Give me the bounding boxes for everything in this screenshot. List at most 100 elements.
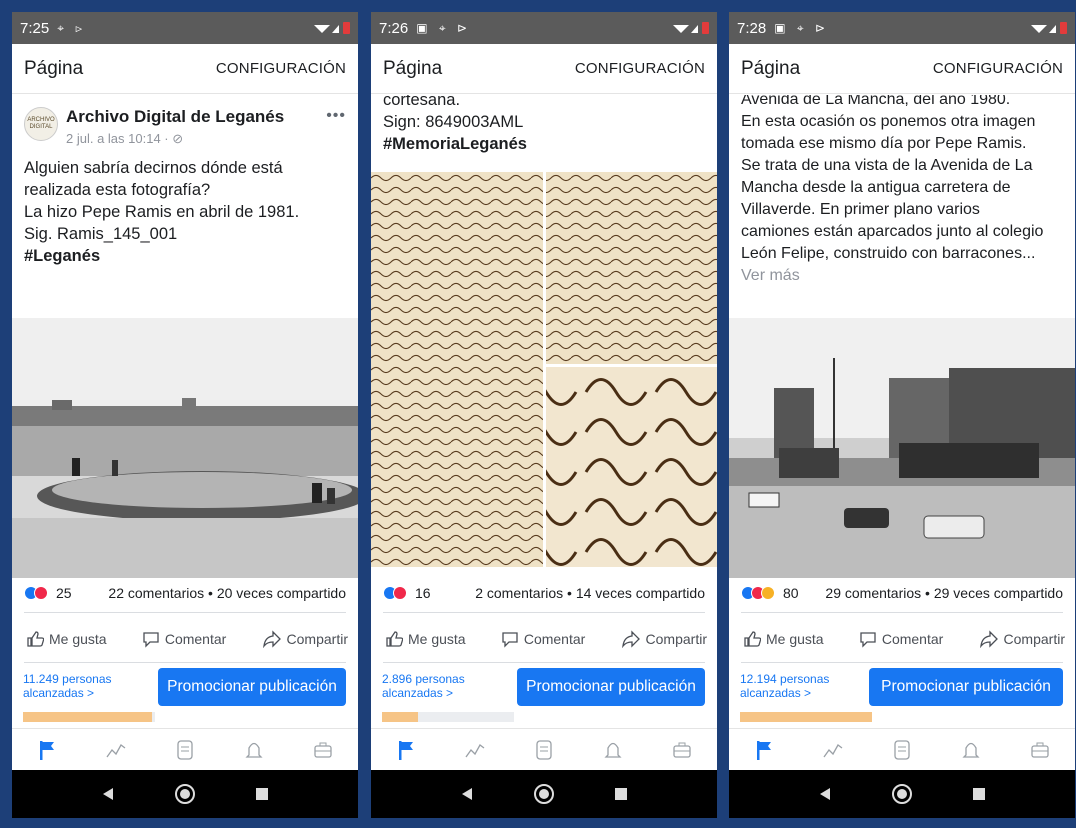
inbox-icon[interactable] [524, 735, 564, 765]
hashtag-link[interactable]: #Leganés [24, 245, 346, 267]
reaction-icons[interactable] [383, 586, 407, 600]
divider [741, 662, 1063, 663]
page-title: Página [741, 57, 801, 79]
reach-link[interactable]: 11.249 personas alcanzadas > [23, 672, 112, 700]
post-stats: 25 22 comentarios • 20 veces compartido [12, 578, 358, 608]
notifications-icon[interactable] [234, 735, 274, 765]
like-button[interactable]: Me gusta [26, 630, 107, 648]
reactions-count[interactable]: 25 [56, 585, 72, 601]
more-options-icon[interactable]: ••• [326, 107, 346, 125]
inbox-icon[interactable] [882, 735, 922, 765]
share-button[interactable]: Compartir [621, 630, 707, 648]
reaction-icons[interactable] [24, 586, 48, 600]
insights-icon[interactable] [813, 735, 853, 765]
thumbs-up-icon [27, 631, 44, 647]
notification-icons: ▣ ⌖ ⊳ [774, 20, 830, 35]
page-header: Página CONFIGURACIÓN [729, 44, 1075, 94]
home-icon[interactable] [533, 783, 555, 805]
promote-button[interactable]: Promocionar publicación [517, 668, 705, 706]
bottom-nav [12, 728, 358, 770]
tools-icon[interactable] [1020, 735, 1060, 765]
recents-icon[interactable] [255, 787, 269, 801]
notifications-icon[interactable] [593, 735, 633, 765]
comments-shares[interactable]: 22 comentarios • 20 veces compartido [108, 585, 346, 601]
post-stats: 80 29 comentarios • 29 veces compartido [729, 578, 1075, 608]
post-author[interactable]: Archivo Digital de Leganés [66, 107, 284, 127]
reactions-count[interactable]: 16 [415, 585, 431, 601]
post-actions: Me gusta Comentar Compartir [12, 618, 358, 660]
post-header: ARCHIVO DIGITAL Archivo Digital de Legan… [12, 95, 358, 147]
status-bar: 7:26 ▣ ⌖ ⊳ [371, 12, 717, 44]
reach-progress-bar [23, 712, 155, 722]
post-photo[interactable] [12, 318, 358, 578]
divider [24, 662, 346, 663]
hashtag-link[interactable]: #MemoriaLeganés [383, 133, 705, 155]
post-meta: 2 jul. a las 10:14 · ⊘ [66, 131, 184, 146]
reach-progress-bar [382, 712, 514, 722]
comment-button[interactable]: Comentar [859, 630, 943, 648]
tools-icon[interactable] [303, 735, 343, 765]
flag-icon[interactable] [27, 735, 67, 765]
inbox-icon[interactable] [165, 735, 205, 765]
notifications-icon[interactable] [951, 735, 991, 765]
flag-icon[interactable] [386, 735, 426, 765]
insights-icon[interactable] [96, 735, 136, 765]
back-icon[interactable] [818, 786, 832, 802]
home-icon[interactable] [174, 783, 196, 805]
wifi-signal-icon [1031, 25, 1056, 33]
reactions-count[interactable]: 80 [783, 585, 799, 601]
avatar[interactable]: ARCHIVO DIGITAL [24, 107, 58, 141]
share-button[interactable]: Compartir [262, 630, 348, 648]
comment-button[interactable]: Comentar [142, 630, 226, 648]
back-icon[interactable] [460, 786, 474, 802]
flag-icon[interactable] [744, 735, 784, 765]
promote-button[interactable]: Promocionar publicación [869, 668, 1063, 706]
post-actions: Me gusta Comentar Compartir [371, 618, 717, 660]
phone-screen-2: 7:26 ▣ ⌖ ⊳ Página CONFIGURACIÓN cortesan… [371, 12, 717, 818]
reach-link[interactable]: 12.194 personas alcanzadas > [740, 672, 829, 700]
share-icon [979, 630, 998, 648]
configuration-button[interactable]: CONFIGURACIÓN [933, 60, 1063, 77]
status-bar: 7:25 ⌖ ⊳ [12, 12, 358, 44]
recents-icon[interactable] [614, 787, 628, 801]
comment-button[interactable]: Comentar [501, 630, 585, 648]
home-icon[interactable] [891, 783, 913, 805]
notification-icons: ▣ ⌖ ⊳ [416, 20, 472, 35]
promote-button[interactable]: Promocionar publicación [158, 668, 346, 706]
battery-icon [1060, 22, 1067, 34]
post-actions: Me gusta Comentar Compartir [729, 618, 1075, 660]
post-text: Avenida de La Mancha, del año 1980. En e… [729, 95, 1075, 287]
configuration-button[interactable]: CONFIGURACIÓN [575, 60, 705, 77]
like-button[interactable]: Me gusta [743, 630, 824, 648]
bottom-nav [729, 728, 1075, 770]
love-reaction-icon [393, 586, 407, 600]
tools-icon[interactable] [662, 735, 702, 765]
notification-icons: ⌖ ⊳ [57, 20, 87, 35]
comments-shares[interactable]: 29 comentarios • 29 veces compartido [825, 585, 1063, 601]
divider [383, 662, 705, 663]
reaction-icons[interactable] [741, 586, 775, 600]
page-title: Página [24, 57, 84, 79]
wifi-signal-icon [673, 25, 698, 33]
system-icons [312, 22, 350, 34]
post-photo[interactable] [729, 318, 1075, 578]
page-title: Página [383, 57, 443, 79]
back-icon[interactable] [101, 786, 115, 802]
insights-icon[interactable] [455, 735, 495, 765]
share-button[interactable]: Compartir [979, 630, 1065, 648]
like-button[interactable]: Me gusta [385, 630, 466, 648]
android-nav-bar [371, 770, 717, 818]
comments-shares[interactable]: 2 comentarios • 14 veces compartido [475, 585, 705, 601]
post-content: cortesana. Sign: 8649003AML #MemoriaLega… [371, 95, 717, 567]
status-time: 7:28 [737, 19, 767, 37]
page-header: Página CONFIGURACIÓN [371, 44, 717, 94]
phone-screen-1: 7:25 ⌖ ⊳ Página CONFIGURACIÓN ARCHIVO DI… [12, 12, 358, 818]
post-photo-grid[interactable] [371, 172, 717, 567]
recents-icon[interactable] [972, 787, 986, 801]
thumbs-up-icon [386, 631, 403, 647]
comment-icon [143, 632, 159, 648]
see-more-link[interactable]: Ver más [741, 265, 1063, 287]
status-time: 7:26 [379, 19, 409, 37]
reach-link[interactable]: 2.896 personas alcanzadas > [382, 672, 465, 700]
configuration-button[interactable]: CONFIGURACIÓN [216, 60, 346, 77]
